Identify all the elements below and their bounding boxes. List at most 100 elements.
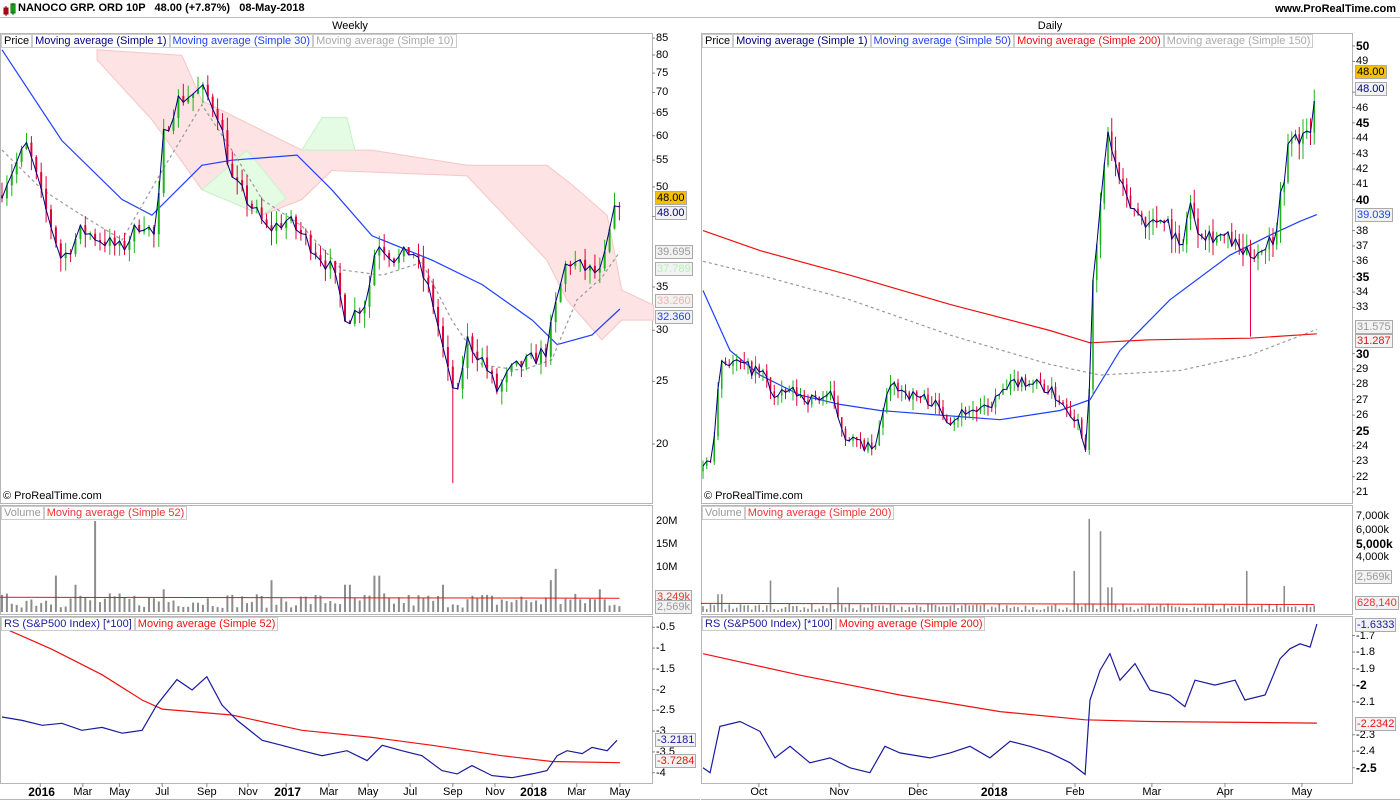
- weekly-price-legend: Price Moving average (Simple 1) Moving ave…: [1, 34, 457, 48]
- volume-bar: [393, 603, 395, 612]
- legend-item[interactable]: Moving average (Simple 150): [1163, 34, 1314, 48]
- volume-bar: [613, 604, 616, 612]
- volume-bar: [799, 609, 802, 612]
- volume-bar: [1092, 604, 1094, 612]
- ichimoku-cloud-bullish: [300, 117, 356, 151]
- volume-bar: [564, 598, 567, 612]
- volume-bar: [1223, 604, 1226, 612]
- volume-bar: [960, 605, 963, 612]
- date-tick-label: Sep: [197, 786, 217, 798]
- volume-bar: [833, 609, 836, 612]
- volume-bar: [1054, 604, 1057, 612]
- volume-bar: [927, 603, 929, 612]
- volume-bar: [803, 607, 806, 612]
- volume-bar: [979, 605, 982, 612]
- volume-bar: [1144, 605, 1147, 612]
- date-tick-label: Nov: [238, 786, 258, 798]
- volume-bar: [855, 609, 858, 612]
- price-tick-label: 45: [1356, 115, 1370, 130]
- volume-bar: [885, 607, 888, 612]
- volume-bar: [709, 604, 712, 612]
- price-tick-label: 37: [1356, 239, 1369, 252]
- rs-tick-label: -1.5: [656, 662, 675, 675]
- legend-item[interactable]: Moving average (Simple 30): [169, 34, 314, 48]
- volume-bar: [143, 606, 146, 612]
- volume-bar: [265, 607, 268, 612]
- volume-bar: [837, 587, 839, 612]
- volume-bar: [1058, 608, 1061, 612]
- legend-item[interactable]: RS (S&P500 Index) [*100]: [702, 617, 836, 631]
- volume-bar: [525, 600, 528, 612]
- volume-bar: [1009, 608, 1012, 612]
- volume-bar: [908, 606, 911, 612]
- rs-line: [702, 623, 1318, 776]
- weekly-copyright: © ProRealTime.com: [3, 490, 102, 502]
- volume-bar: [339, 604, 342, 612]
- price-tick-label: 60: [656, 129, 669, 142]
- volume-bar: [1264, 609, 1267, 612]
- volume-bar: [840, 604, 843, 612]
- volume-bar: [574, 593, 577, 612]
- legend-item[interactable]: Volume: [702, 506, 745, 520]
- volume-bar: [255, 594, 258, 612]
- rs-tick-label: -4: [656, 766, 666, 779]
- volume-bar: [348, 584, 351, 612]
- volume-bar: [461, 607, 464, 612]
- legend-item[interactable]: Moving average (Simple 200): [835, 617, 986, 631]
- volume-bar: [1028, 609, 1031, 612]
- rs-line: [1, 675, 618, 779]
- legend-item[interactable]: RS (S&P500 Index) [*100]: [1, 617, 135, 631]
- legend-item[interactable]: Volume: [1, 506, 44, 520]
- volume-bar: [1122, 603, 1124, 612]
- volume-bar: [1238, 605, 1241, 612]
- date-tick-label: Apr: [1216, 786, 1234, 798]
- volume-bar: [495, 604, 498, 612]
- volume-bar: [1140, 606, 1143, 612]
- volume-bar: [358, 600, 361, 612]
- volume-bar: [893, 605, 896, 612]
- price-tick-label: 85: [656, 32, 669, 44]
- legend-item[interactable]: Moving average (Simple 1): [733, 34, 871, 48]
- volume-bar: [795, 605, 798, 612]
- volume-bar: [1275, 603, 1278, 612]
- legend-item[interactable]: Moving average (Simple 52): [134, 617, 279, 631]
- legend-item[interactable]: Moving average (Simple 200): [1014, 34, 1164, 48]
- volume-bar: [773, 608, 776, 612]
- volume-bar: [1099, 531, 1102, 612]
- volume-bar: [309, 604, 312, 612]
- legend-item[interactable]: Moving average (Simple 1): [32, 34, 170, 48]
- volume-bar: [515, 599, 518, 612]
- legend-item[interactable]: Moving average (Simple 10): [313, 34, 457, 48]
- daily-rs-legend: RS (S&P500 Index) [*100] Moving average (…: [702, 617, 986, 631]
- volume-bar: [64, 606, 67, 612]
- price-tick-label: 35: [656, 280, 669, 293]
- legend-item[interactable]: Moving average (Simple 50): [870, 34, 1015, 48]
- volume-bar: [1197, 607, 1199, 612]
- price-tick-label: 70: [656, 86, 669, 99]
- volume-bar: [15, 604, 18, 612]
- volume-bar: [1148, 604, 1151, 612]
- weekly-volume-legend: Volume Moving average (Simple 52): [1, 506, 188, 520]
- volume-bar: [1167, 603, 1169, 612]
- volume-bar: [1080, 606, 1083, 612]
- volume-bar: [500, 599, 503, 612]
- price-label-box: 39.695: [655, 244, 693, 259]
- date-tick-label: May: [1291, 786, 1313, 798]
- volume-bar: [1035, 609, 1038, 612]
- price-tick-label: 21: [1356, 486, 1369, 499]
- volume-bar: [79, 595, 82, 612]
- rs-moving-average: [702, 653, 1317, 724]
- price-label-box: 48.00: [655, 205, 687, 220]
- legend-item[interactable]: Price: [702, 34, 734, 48]
- volume-bar: [1204, 604, 1207, 612]
- legend-item[interactable]: Price: [1, 34, 33, 48]
- legend-item[interactable]: Moving average (Simple 200): [744, 506, 895, 520]
- date-tick-label: May: [609, 786, 631, 798]
- chart-canvas[interactable]: [0, 0, 1400, 800]
- volume-bar: [915, 605, 918, 612]
- price-tick-label: 30: [656, 324, 669, 337]
- price-tick-label: 80: [656, 49, 669, 61]
- legend-item[interactable]: Moving average (Simple 52): [43, 506, 188, 520]
- volume-bar: [1125, 607, 1128, 612]
- date-tick-label: Dec: [908, 786, 928, 798]
